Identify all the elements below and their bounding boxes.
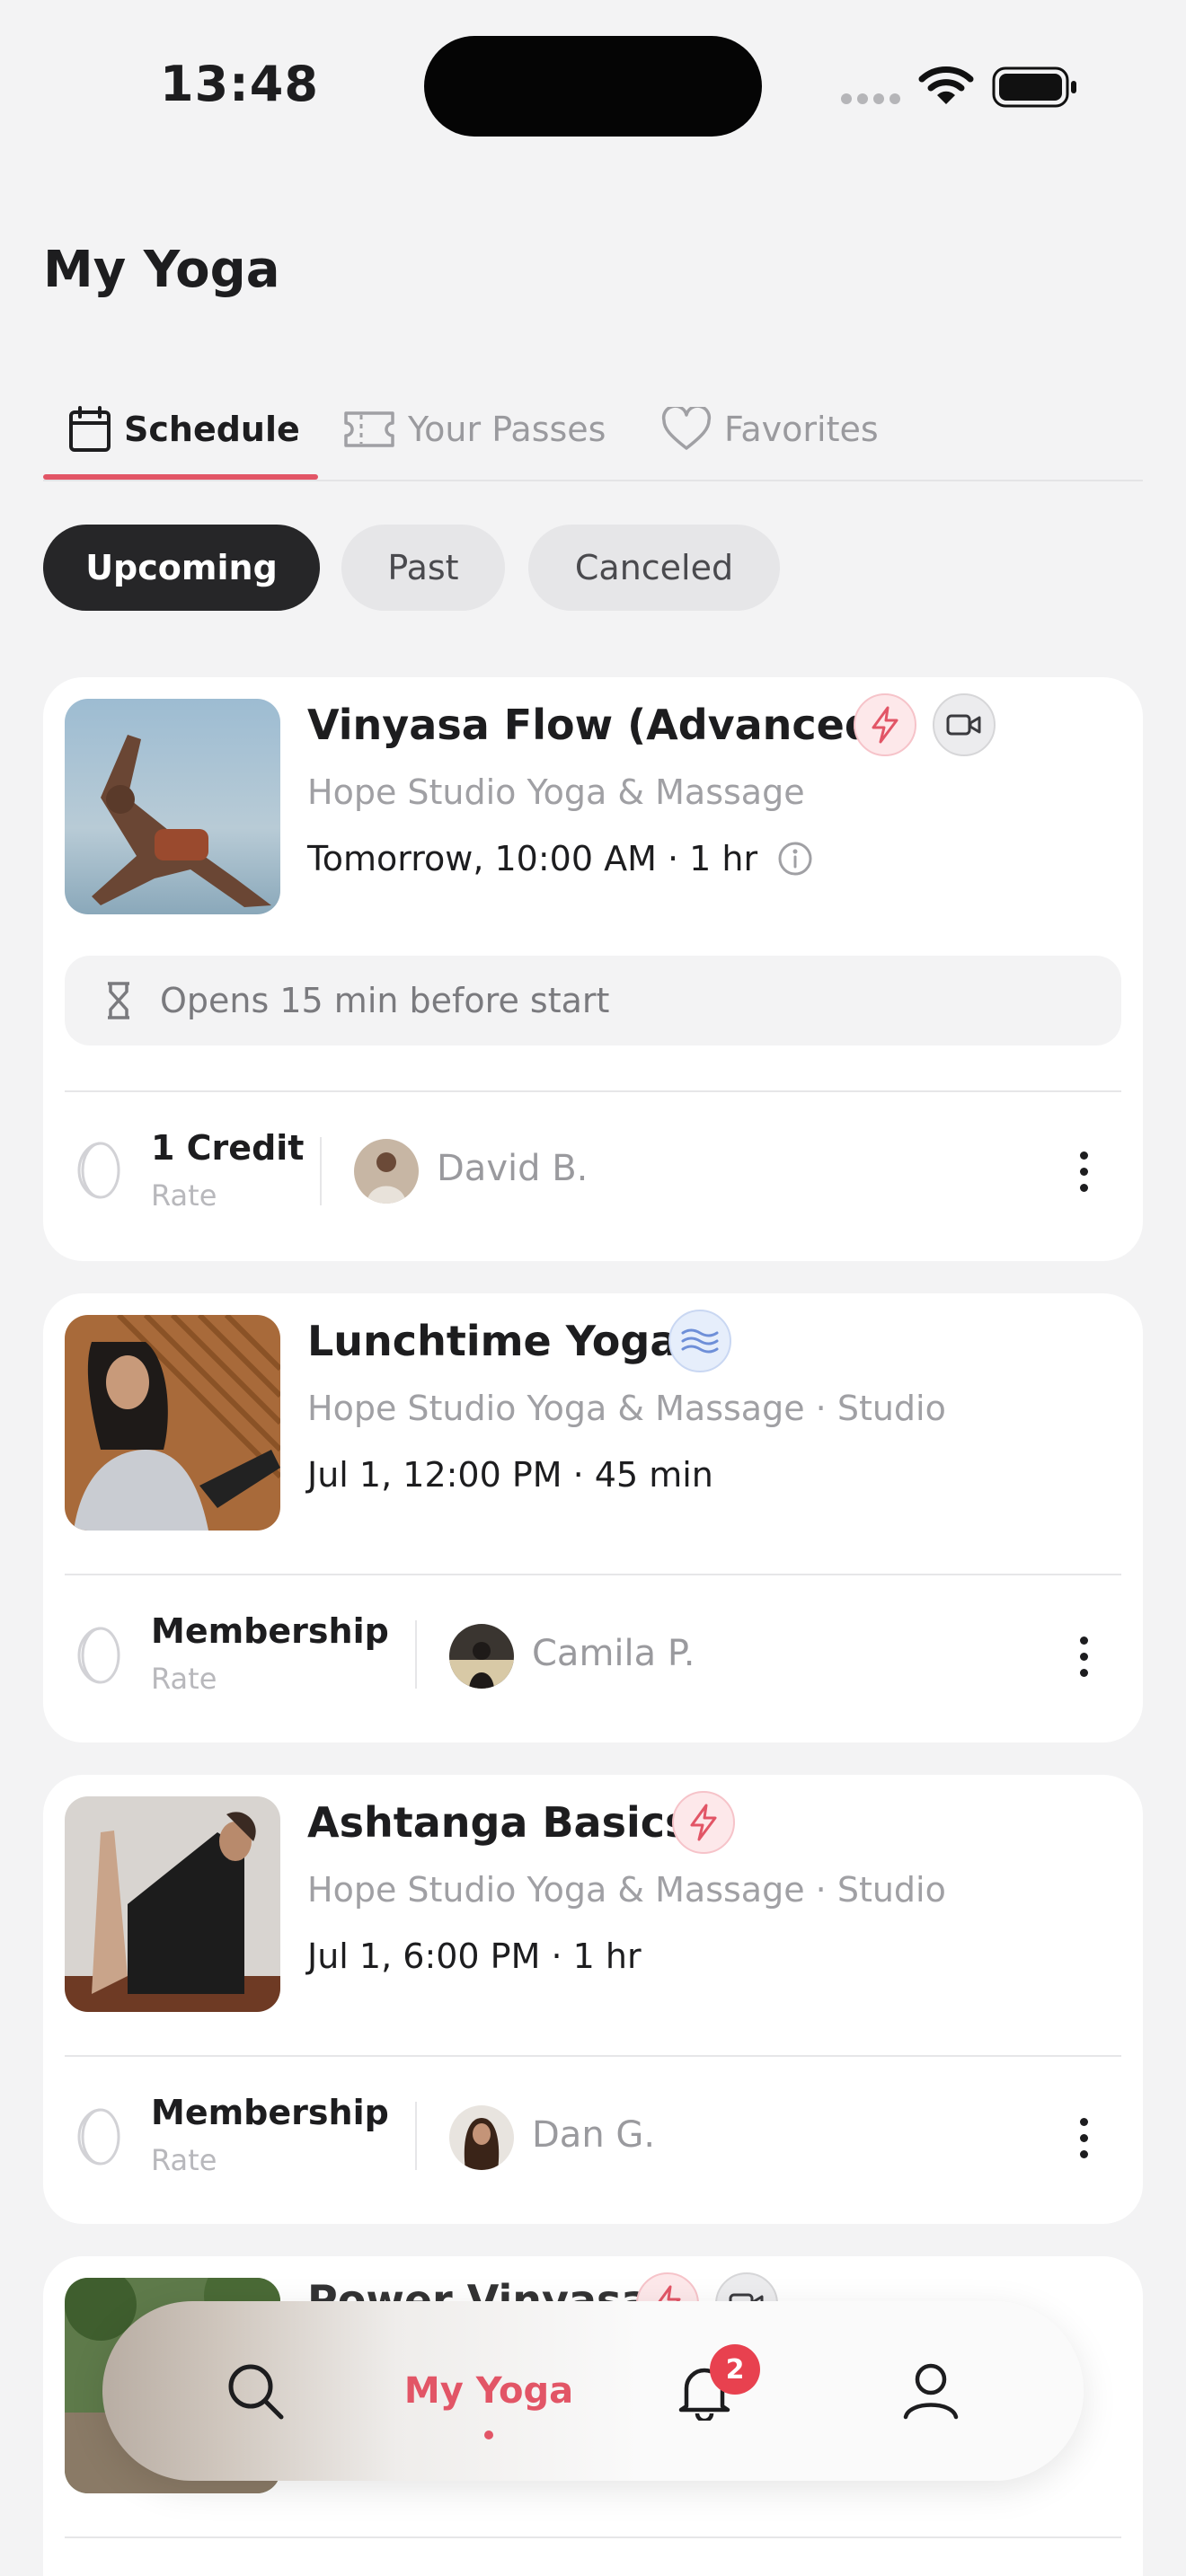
studio-name: Hope Studio Yoga & Massage — [307, 772, 805, 812]
page-title: My Yoga — [43, 241, 280, 299]
rate-value: 1 Credit — [151, 1128, 305, 1168]
wifi-icon — [918, 66, 974, 104]
card-divider — [65, 2055, 1121, 2057]
instructor-avatar[interactable] — [449, 2105, 514, 2170]
notification-badge: 2 — [710, 2344, 760, 2395]
rate-label: Rate — [151, 2143, 217, 2177]
lightning-icon — [854, 693, 916, 756]
ticket-icon — [344, 411, 394, 447]
opening-notice-text: Opens 15 min before start — [160, 981, 610, 1020]
lightning-icon — [672, 1791, 735, 1854]
tab-your-passes[interactable]: Your Passes — [343, 377, 606, 481]
video-camera-icon — [933, 693, 996, 756]
studio-name: Hope Studio Yoga & Massage · Studio — [307, 1870, 946, 1910]
rate-separator — [320, 1137, 322, 1205]
rate-value: Membership — [151, 1611, 389, 1651]
rate-separator — [415, 2102, 417, 2170]
credit-coin-icon — [77, 2108, 120, 2166]
heart-icon — [661, 407, 712, 450]
tab-schedule-label: Schedule — [124, 410, 300, 449]
class-name: Ashtanga Basics — [307, 1798, 690, 1847]
class-thumbnail — [65, 699, 280, 914]
class-time: Tomorrow, 10:00 AM · 1 hr — [307, 839, 813, 878]
tab-favorites[interactable]: Favorites — [661, 377, 879, 481]
rate-label: Rate — [151, 1178, 217, 1213]
status-time: 13:48 — [160, 56, 319, 112]
tab-schedule[interactable]: Schedule — [68, 377, 300, 481]
instructor-avatar[interactable] — [449, 1624, 514, 1689]
instructor-name[interactable]: David B. — [437, 1148, 588, 1189]
card-divider — [65, 1574, 1121, 1575]
class-time-text: Jul 1, 6:00 PM · 1 hr — [307, 1936, 642, 1976]
opening-notice: Opens 15 min before start — [65, 956, 1121, 1045]
class-time: Jul 1, 6:00 PM · 1 hr — [307, 1936, 642, 1976]
credit-coin-icon — [77, 1627, 120, 1684]
instructor-name[interactable]: Dan G. — [532, 2114, 655, 2156]
cellular-signal-icon — [841, 93, 900, 104]
more-options-button[interactable] — [1066, 1144, 1102, 1198]
rate-label: Rate — [151, 1662, 217, 1696]
instructor-name[interactable]: Camila P. — [532, 1633, 695, 1674]
nav-search[interactable] — [201, 2301, 309, 2481]
class-card[interactable]: Vinyasa Flow (Advanced) Hope Studio Yoga… — [43, 677, 1143, 1261]
hourglass-icon — [108, 982, 129, 1019]
battery-icon — [992, 66, 1076, 108]
nav-profile[interactable] — [877, 2301, 985, 2481]
class-name: Lunchtime Yoga — [307, 1317, 678, 1365]
card-divider — [65, 2536, 1121, 2538]
bottom-nav: My Yoga 2 — [102, 2301, 1084, 2481]
active-nav-indicator — [484, 2430, 493, 2439]
class-thumbnail — [65, 1796, 280, 2012]
class-thumbnail — [65, 1315, 280, 1531]
credit-coin-icon — [77, 1142, 120, 1199]
nav-my-yoga[interactable]: My Yoga — [381, 2301, 597, 2481]
instructor-avatar[interactable] — [354, 1139, 419, 1204]
class-name: Vinyasa Flow (Advanced) — [307, 701, 893, 749]
status-bar: 13:48 — [0, 0, 1186, 171]
tab-favorites-label: Favorites — [724, 410, 879, 449]
calendar-icon — [69, 406, 111, 452]
rate-value: Membership — [151, 2093, 389, 2132]
profile-icon — [903, 2363, 959, 2420]
waves-icon — [668, 1310, 731, 1372]
class-time-text: Jul 1, 12:00 PM · 45 min — [307, 1455, 713, 1495]
info-icon[interactable] — [777, 841, 813, 877]
filter-canceled[interactable]: Canceled — [528, 525, 780, 611]
filter-past[interactable]: Past — [341, 525, 505, 611]
studio-name: Hope Studio Yoga & Massage · Studio — [307, 1389, 946, 1428]
class-time: Jul 1, 12:00 PM · 45 min — [307, 1455, 713, 1495]
class-time-text: Tomorrow, 10:00 AM · 1 hr — [307, 839, 758, 878]
more-options-button[interactable] — [1066, 1629, 1102, 1683]
class-card[interactable]: Lunchtime Yoga Hope Studio Yoga & Massag… — [43, 1293, 1143, 1742]
class-card[interactable]: Ashtanga Basics Hope Studio Yoga & Massa… — [43, 1775, 1143, 2224]
more-options-button[interactable] — [1066, 2111, 1102, 2165]
rate-separator — [415, 1620, 417, 1689]
filter-upcoming[interactable]: Upcoming — [43, 525, 320, 611]
search-icon — [228, 2364, 284, 2420]
tab-your-passes-label: Your Passes — [408, 410, 606, 449]
dynamic-island — [424, 36, 762, 137]
active-tab-indicator — [43, 474, 318, 480]
segment-tabs: Schedule Your Passes Favorites — [43, 377, 1143, 481]
nav-my-yoga-label: My Yoga — [403, 2370, 574, 2412]
card-divider — [65, 1090, 1121, 1092]
